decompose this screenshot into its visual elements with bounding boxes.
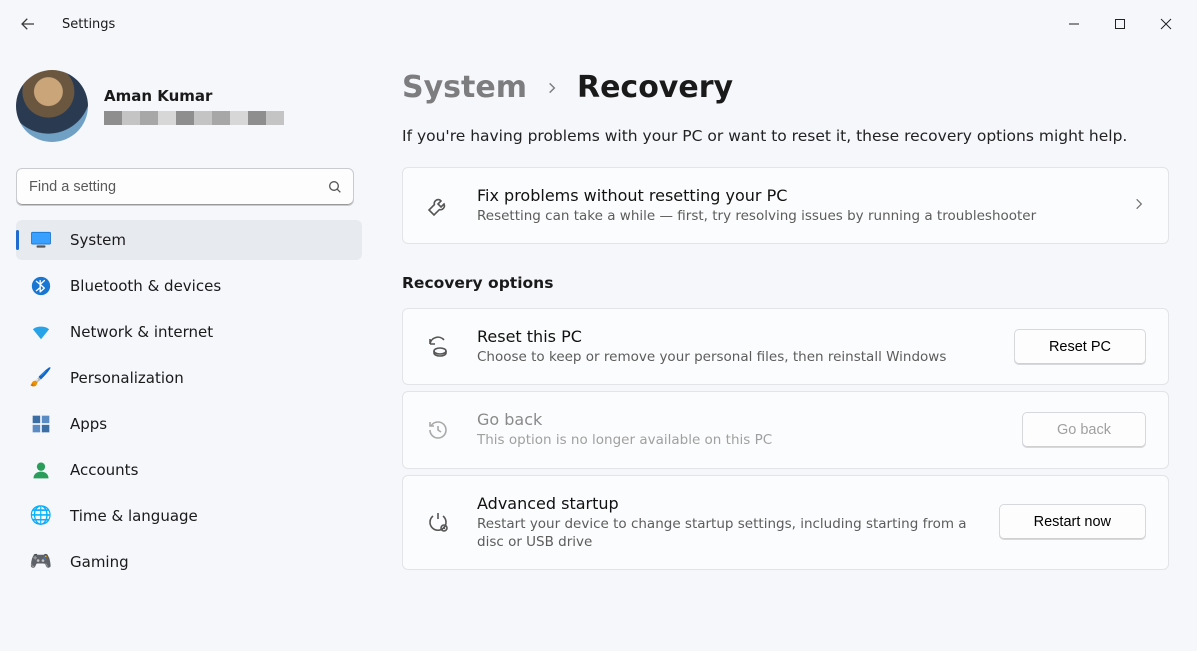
chevron-right-icon — [1132, 196, 1146, 215]
back-button[interactable] — [10, 6, 46, 42]
history-icon — [425, 417, 451, 443]
gamepad-icon: 🎮 — [30, 551, 52, 573]
sidebar-item-label: Bluetooth & devices — [70, 277, 221, 295]
close-icon — [1160, 18, 1172, 30]
sidebar-item-gaming[interactable]: 🎮 Gaming — [16, 542, 362, 582]
titlebar: Settings — [0, 0, 1197, 48]
card-subtitle: Resetting can take a while — first, try … — [477, 207, 1106, 225]
reset-pc-button[interactable]: Reset PC — [1014, 329, 1146, 365]
wrench-icon — [425, 193, 451, 219]
monitor-icon — [30, 229, 52, 251]
reset-pc-card: Reset this PC Choose to keep or remove y… — [402, 308, 1169, 385]
sidebar-item-system[interactable]: System — [16, 220, 362, 260]
minimize-button[interactable] — [1051, 8, 1097, 40]
card-subtitle: Choose to keep or remove your personal f… — [477, 348, 988, 366]
restart-now-button[interactable]: Restart now — [999, 504, 1146, 540]
brush-icon: 🖌️ — [30, 367, 52, 389]
globe-clock-icon: 🌐 — [30, 505, 52, 527]
card-subtitle: Restart your device to change startup se… — [477, 515, 973, 551]
sidebar-item-label: System — [70, 231, 126, 249]
arrow-left-icon — [19, 15, 37, 33]
sidebar-item-apps[interactable]: Apps — [16, 404, 362, 444]
breadcrumb-root[interactable]: System — [402, 70, 527, 105]
section-heading: Recovery options — [402, 274, 1169, 292]
sidebar-item-label: Time & language — [70, 507, 198, 525]
go-back-card: Go back This option is no longer availab… — [402, 391, 1169, 468]
maximize-button[interactable] — [1097, 8, 1143, 40]
sidebar: Aman Kumar System Bluetooth & devices — [0, 48, 370, 651]
maximize-icon — [1114, 18, 1126, 30]
profile[interactable]: Aman Kumar — [16, 66, 362, 158]
profile-name: Aman Kumar — [104, 87, 284, 105]
card-title: Advanced startup — [477, 494, 973, 513]
bluetooth-icon — [30, 275, 52, 297]
card-title: Fix problems without resetting your PC — [477, 186, 1106, 205]
search-box[interactable] — [16, 168, 354, 206]
fix-problems-card[interactable]: Fix problems without resetting your PC R… — [402, 167, 1169, 244]
sidebar-item-label: Accounts — [70, 461, 138, 479]
intro-text: If you're having problems with your PC o… — [402, 127, 1169, 145]
person-icon — [30, 459, 52, 481]
card-title: Reset this PC — [477, 327, 988, 346]
main-content: System Recovery If you're having problem… — [370, 48, 1197, 651]
sidebar-item-bluetooth[interactable]: Bluetooth & devices — [16, 266, 362, 306]
sidebar-item-label: Gaming — [70, 553, 129, 571]
avatar — [16, 70, 88, 142]
profile-email-redacted — [104, 111, 284, 125]
close-button[interactable] — [1143, 8, 1189, 40]
sidebar-nav: System Bluetooth & devices Network & int… — [16, 220, 362, 582]
breadcrumb: System Recovery — [402, 70, 1169, 105]
card-title: Go back — [477, 410, 996, 429]
sidebar-item-network[interactable]: Network & internet — [16, 312, 362, 352]
window-controls — [1051, 8, 1189, 40]
search-icon — [327, 179, 343, 195]
app-title: Settings — [62, 17, 115, 32]
sidebar-item-label: Network & internet — [70, 323, 213, 341]
card-subtitle: This option is no longer available on th… — [477, 431, 996, 449]
chevron-right-icon — [545, 76, 559, 100]
go-back-button: Go back — [1022, 412, 1146, 448]
sidebar-item-personalization[interactable]: 🖌️ Personalization — [16, 358, 362, 398]
reset-icon — [425, 334, 451, 360]
sidebar-item-label: Apps — [70, 415, 107, 433]
page-title: Recovery — [577, 70, 733, 105]
sidebar-item-time-language[interactable]: 🌐 Time & language — [16, 496, 362, 536]
sidebar-item-label: Personalization — [70, 369, 184, 387]
apps-icon — [30, 413, 52, 435]
wifi-icon — [30, 321, 52, 343]
advanced-startup-card: Advanced startup Restart your device to … — [402, 475, 1169, 570]
advanced-startup-icon — [425, 509, 451, 535]
sidebar-item-accounts[interactable]: Accounts — [16, 450, 362, 490]
minimize-icon — [1068, 18, 1080, 30]
search-input[interactable] — [29, 179, 327, 195]
